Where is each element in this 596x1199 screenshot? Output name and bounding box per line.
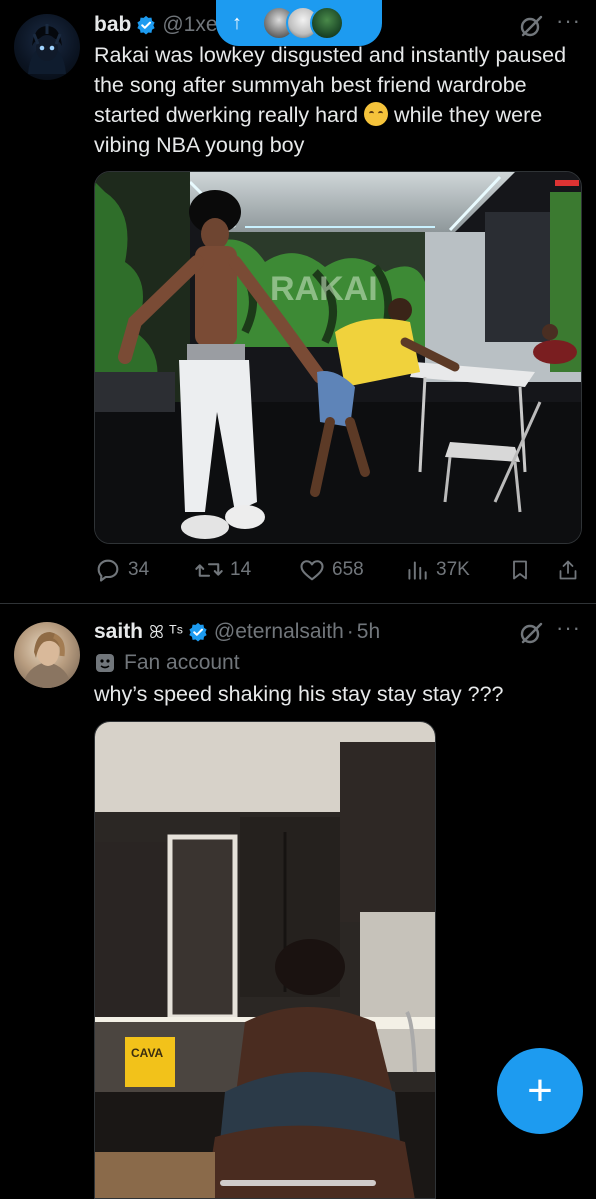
share-icon bbox=[559, 560, 577, 580]
tweet-actions: 34 14 658 37K bbox=[94, 555, 584, 585]
reply-count: 34 bbox=[128, 559, 150, 580]
display-name[interactable]: bab bbox=[94, 13, 131, 37]
reply-icon bbox=[97, 559, 119, 582]
tweet-text: Rakai was lowkey disgusted and instantly… bbox=[94, 40, 584, 160]
name-badges: ꕤ ᵀˢ bbox=[149, 621, 183, 642]
tweet-video[interactable]: RAKAI bbox=[94, 171, 582, 544]
view-count: 37K bbox=[436, 559, 470, 580]
home-indicator bbox=[220, 1180, 376, 1186]
tweet-video[interactable]: CAVA bbox=[94, 721, 436, 1199]
avatar[interactable] bbox=[14, 622, 80, 688]
handle[interactable]: @eternalsaith bbox=[214, 620, 344, 644]
pill-avatar-3 bbox=[310, 6, 344, 40]
timestamp[interactable]: 5h bbox=[357, 620, 380, 644]
fan-account-text: Fan account bbox=[124, 651, 240, 674]
tweet-1[interactable]: bab @1xe ··· Rakai was lowkey disgusted … bbox=[0, 0, 596, 604]
like-button[interactable]: 658 bbox=[298, 555, 364, 585]
video-frame: RAKAI bbox=[95, 172, 581, 543]
bookmark-button[interactable] bbox=[508, 555, 538, 585]
grok-icon[interactable] bbox=[518, 13, 544, 39]
handle[interactable]: @1xe bbox=[162, 13, 217, 37]
verified-badge-icon bbox=[189, 622, 207, 642]
tweet-text: why’s speed shaking his stay stay stay ?… bbox=[94, 682, 504, 706]
author-row: saith ꕤ ᵀˢ @eternalsaith · 5h bbox=[94, 615, 380, 649]
author-row: bab @1xe bbox=[94, 8, 218, 42]
fan-account-label: Fan account bbox=[94, 651, 240, 675]
share-button[interactable] bbox=[556, 555, 586, 585]
views-button[interactable]: 37K bbox=[404, 555, 470, 585]
like-count: 658 bbox=[332, 559, 364, 580]
video-frame: CAVA bbox=[95, 722, 435, 1198]
bookmark-icon bbox=[513, 560, 527, 580]
reply-button[interactable]: 34 bbox=[94, 555, 149, 585]
repost-icon bbox=[195, 563, 223, 577]
repost-count: 14 bbox=[230, 559, 252, 580]
more-options-icon[interactable]: ··· bbox=[556, 615, 581, 641]
more-options-icon[interactable]: ··· bbox=[556, 8, 581, 34]
compose-button[interactable]: + bbox=[497, 1048, 583, 1134]
grok-icon[interactable] bbox=[518, 620, 544, 646]
views-chart-icon bbox=[408, 561, 427, 580]
heart-icon bbox=[300, 560, 324, 581]
separator: · bbox=[346, 620, 354, 643]
bag-label-text: CAVA bbox=[131, 1046, 164, 1060]
avatar[interactable] bbox=[14, 14, 80, 80]
theater-masks-icon bbox=[96, 654, 114, 672]
verified-badge-icon bbox=[137, 15, 155, 35]
loudly-crying-face-emoji-icon bbox=[364, 102, 389, 126]
new-posts-pill[interactable]: ↑ bbox=[216, 0, 382, 46]
wall-sign-text: RAKAI bbox=[270, 270, 378, 308]
repost-button[interactable]: 14 bbox=[194, 555, 251, 585]
display-name[interactable]: saith bbox=[94, 620, 143, 644]
arrow-up-icon: ↑ bbox=[232, 11, 242, 34]
